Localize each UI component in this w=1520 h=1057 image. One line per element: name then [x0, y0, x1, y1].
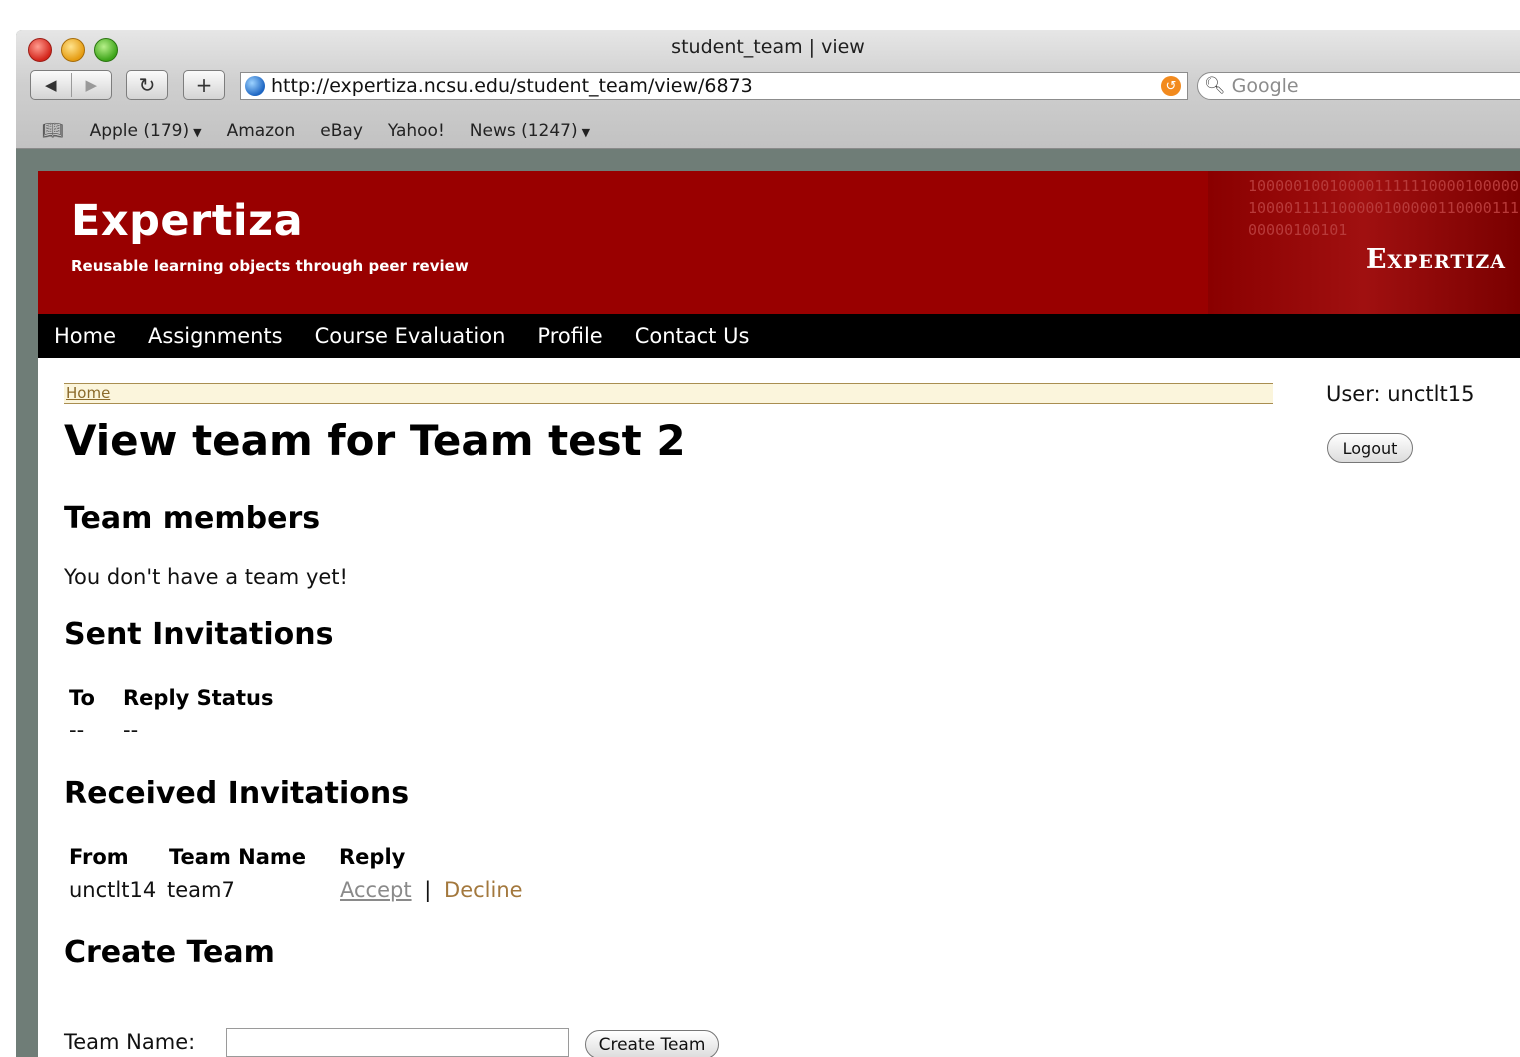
- nav-course-evaluation[interactable]: Course Evaluation: [315, 324, 506, 348]
- sent-cell-reply-status: --: [123, 718, 139, 742]
- create-team-heading: Create Team: [64, 935, 275, 970]
- reply-separator: |: [424, 878, 432, 902]
- received-cell-from: unctlt14: [69, 878, 157, 902]
- sent-invitations-heading: Sent Invitations: [64, 617, 334, 652]
- breadcrumb: Home: [64, 383, 1273, 404]
- main-nav: Home Assignments Course Evaluation Profi…: [38, 314, 1520, 358]
- plus-icon: +: [195, 73, 213, 97]
- back-forward-buttons[interactable]: ◀ ▶: [30, 70, 112, 100]
- reload-button[interactable]: ↻: [126, 70, 168, 100]
- logo-binary-pattern: 1000001001000011111100001000001100001111…: [1248, 177, 1520, 239]
- logo-text: Expertiza: [1365, 244, 1506, 275]
- bookmarks-bar: 📖︎ Apple (179) ▼ Amazon eBay Yahoo! News …: [16, 114, 1520, 148]
- back-arrow-icon[interactable]: ◀: [31, 76, 71, 94]
- nav-profile[interactable]: Profile: [537, 324, 602, 348]
- address-bar[interactable]: http://expertiza.ncsu.edu/student_team/v…: [240, 72, 1188, 100]
- bookmarks-book-icon[interactable]: 📖︎: [42, 121, 64, 141]
- nav-contact-us[interactable]: Contact Us: [635, 324, 750, 348]
- search-icon[interactable]: 🔍︎: [1204, 76, 1226, 96]
- logout-button[interactable]: Logout: [1327, 433, 1413, 463]
- web-page: Expertiza Reusable learning objects thro…: [38, 171, 1520, 1057]
- no-team-message: You don't have a team yet!: [64, 565, 348, 589]
- create-team-button[interactable]: Create Team: [585, 1030, 719, 1057]
- add-bookmark-button[interactable]: +: [183, 70, 225, 100]
- team-name-label: Team Name:: [64, 1030, 196, 1054]
- search-placeholder: Google: [1231, 75, 1299, 97]
- team-members-heading: Team members: [64, 501, 321, 536]
- dropdown-arrow-icon: ▼: [581, 126, 591, 139]
- bookmark-news[interactable]: News (1247) ▼: [470, 121, 590, 141]
- breadcrumb-home-link[interactable]: Home: [66, 384, 110, 402]
- site-header: Expertiza Reusable learning objects thro…: [38, 171, 1520, 314]
- received-invitations-heading: Received Invitations: [64, 776, 410, 811]
- page-title: View team for Team test 2: [64, 416, 686, 465]
- url-text[interactable]: http://expertiza.ncsu.edu/student_team/v…: [271, 75, 1161, 97]
- bookmark-ebay[interactable]: eBay: [320, 121, 363, 141]
- received-col-reply: Reply: [339, 845, 406, 869]
- snapback-icon[interactable]: ↺: [1161, 76, 1181, 96]
- bookmark-yahoo[interactable]: Yahoo!: [388, 121, 445, 141]
- nav-assignments[interactable]: Assignments: [148, 324, 283, 348]
- bookmark-apple[interactable]: Apple (179) ▼: [90, 121, 202, 141]
- search-field[interactable]: 🔍︎ Google: [1197, 72, 1520, 100]
- sent-col-reply-status: Reply Status: [123, 686, 274, 710]
- site-title[interactable]: Expertiza: [71, 196, 303, 246]
- received-cell-team-name: team7: [167, 878, 235, 902]
- expertiza-logo: 1000001001000011111100001000001100001111…: [1208, 171, 1520, 314]
- received-cell-reply: Accept | Decline: [340, 878, 523, 902]
- nav-home[interactable]: Home: [54, 324, 116, 348]
- globe-icon: [245, 76, 265, 96]
- dropdown-arrow-icon: ▼: [193, 126, 202, 139]
- reload-icon: ↻: [138, 73, 156, 97]
- received-col-team-name: Team Name: [169, 845, 307, 869]
- decline-link[interactable]: Decline: [444, 878, 523, 902]
- window-title: student_team | view: [671, 36, 865, 58]
- sent-cell-to: --: [69, 718, 85, 742]
- site-tagline: Reusable learning objects through peer r…: [71, 257, 469, 275]
- received-col-from: From: [69, 845, 129, 869]
- browser-chrome: student_team | view ◀ ▶ ↻ + http://exper…: [16, 30, 1520, 149]
- sent-col-to: To: [69, 686, 95, 710]
- accept-link[interactable]: Accept: [340, 878, 412, 902]
- forward-arrow-icon[interactable]: ▶: [71, 76, 111, 94]
- user-label: User: unctlt15: [1326, 382, 1475, 406]
- team-name-input[interactable]: [226, 1028, 569, 1057]
- bookmark-amazon[interactable]: Amazon: [227, 121, 296, 141]
- browser-window: student_team | view ◀ ▶ ↻ + http://exper…: [16, 30, 1520, 1057]
